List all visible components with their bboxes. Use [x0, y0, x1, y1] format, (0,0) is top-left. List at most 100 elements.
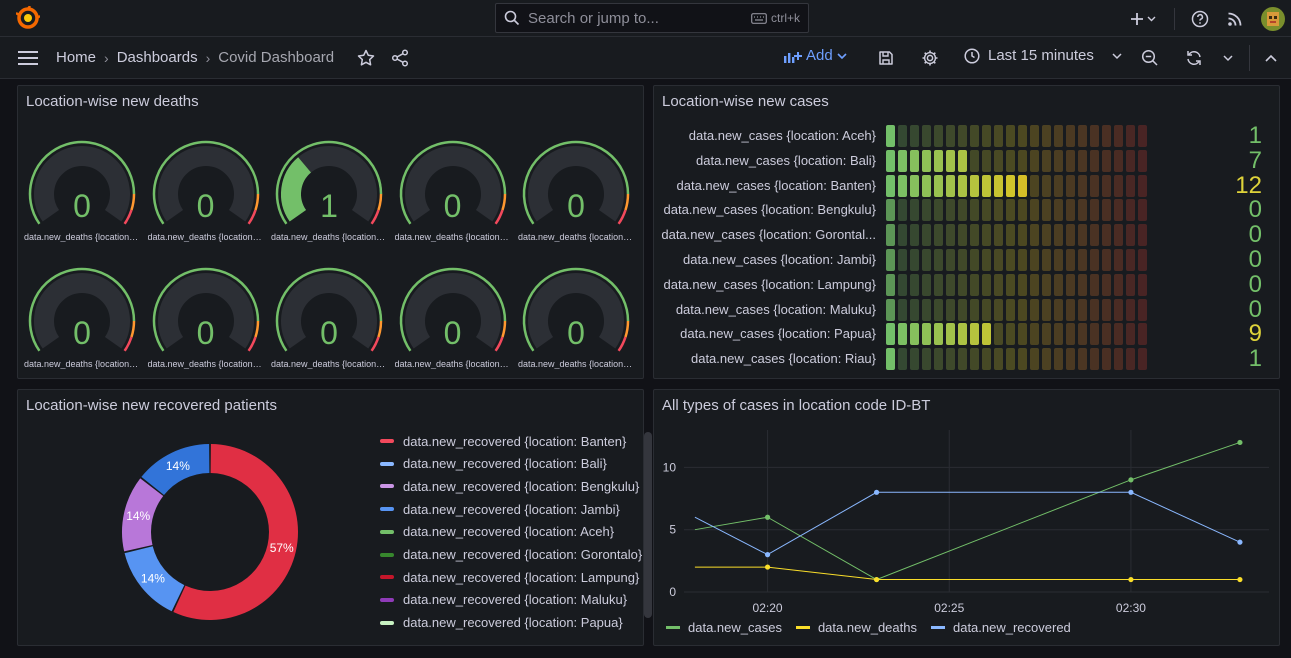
- bar-gauge-value: 0: [1248, 221, 1262, 249]
- panel-new-cases[interactable]: Location-wise new cases data.new_cases {…: [653, 85, 1280, 379]
- bar-gauge-cell: [1138, 174, 1147, 197]
- settings-gear-icon[interactable]: [920, 48, 940, 68]
- legend-item[interactable]: data.new_deaths: [795, 620, 917, 635]
- refresh-icon[interactable]: [1184, 48, 1204, 68]
- bar-gauge-cell: [946, 174, 955, 197]
- zoom-out-icon[interactable]: [1140, 48, 1160, 68]
- bar-gauge-cell: [1006, 249, 1015, 271]
- legend-item[interactable]: data.new_recovered {location: Papua}: [380, 612, 623, 634]
- bar-gauge-label: data.new_cases {location: Riau}: [690, 351, 876, 367]
- data-point[interactable]: [873, 489, 880, 495]
- bar-gauge-cell: [922, 224, 931, 247]
- panel-new-deaths[interactable]: Location-wise new deaths 0 data.new_death…: [17, 85, 644, 379]
- bar-gauge-cell: [1138, 125, 1147, 147]
- data-point[interactable]: [764, 552, 771, 558]
- bar-gauge-cell: [982, 174, 991, 197]
- data-point[interactable]: [1237, 576, 1243, 583]
- bar-gauge-cell: [1054, 149, 1063, 172]
- legend-item[interactable]: data.new_cases: [666, 620, 782, 635]
- plus-icon: [1131, 12, 1156, 25]
- bar-gauge-cell: [1054, 199, 1063, 222]
- menu-toggle-icon[interactable]: [18, 51, 38, 65]
- data-point[interactable]: [1128, 576, 1134, 583]
- profile-button[interactable]: [1255, 6, 1291, 31]
- gauge-value: 0: [567, 315, 585, 351]
- bar-gauge-cell: [910, 174, 919, 197]
- bar-gauge-cell: [1006, 174, 1015, 197]
- collapse-chevron-up-icon[interactable]: [1261, 48, 1281, 68]
- breadcrumb-home[interactable]: Home: [56, 49, 96, 66]
- bar-gauge-cell: [898, 125, 907, 147]
- legend-item[interactable]: data.new_recovered {location: Bali}: [380, 453, 607, 475]
- news-button[interactable]: [1215, 11, 1255, 27]
- breadcrumb: Home › Dashboards › Covid Dashboard: [56, 49, 334, 66]
- panel-timeseries[interactable]: All types of cases in location code ID-B…: [653, 389, 1280, 646]
- series-line[interactable]: [694, 491, 1241, 556]
- bar-gauge-cell: [1066, 273, 1075, 296]
- data-point[interactable]: [764, 514, 771, 520]
- bar-gauge-cell: [910, 273, 919, 296]
- chevron-down-icon: [1112, 52, 1122, 59]
- bar-gauge-cell: [982, 249, 991, 271]
- data-point[interactable]: [873, 576, 880, 583]
- panel-new-recovered[interactable]: Location-wise new recovered patients 57%…: [17, 389, 652, 646]
- bar-gauge-cell: [1126, 249, 1135, 271]
- data-point[interactable]: [764, 564, 771, 570]
- bar-gauge-cell: [970, 323, 979, 346]
- bar-gauge-cell: [1138, 323, 1147, 346]
- legend-item[interactable]: data.new_recovered {location: Aceh}: [380, 521, 614, 543]
- bar-gauge-cell: [1114, 323, 1123, 346]
- bar-gauge-cell: [982, 149, 991, 172]
- bar-gauge-cell: [1066, 323, 1075, 346]
- bar-gauge-cell: [1066, 125, 1075, 147]
- share-icon[interactable]: [390, 48, 410, 68]
- y-tick-label: 5: [669, 523, 676, 537]
- bar-gauge-cell: [958, 273, 967, 296]
- star-icon[interactable]: [356, 48, 376, 68]
- bar-gauge-cell: [1006, 125, 1015, 147]
- add-button[interactable]: Add: [784, 47, 847, 64]
- chevron-down-icon: [837, 52, 847, 59]
- time-range-picker[interactable]: Last 15 minutes: [964, 47, 1122, 64]
- bar-gauge-cell: [898, 199, 907, 222]
- bar-gauge-cell: [1138, 199, 1147, 222]
- clock-icon: [964, 47, 980, 64]
- data-point[interactable]: [1128, 489, 1134, 495]
- bar-gauge-label: data.new_cases {location: Jambi}: [683, 252, 876, 267]
- refresh-interval-chevron-icon[interactable]: [1218, 48, 1238, 68]
- bar-gauge-cell: [886, 224, 895, 247]
- legend-label: data.new_recovered {location: Gorontalo}: [403, 547, 643, 562]
- bar-gauge-cell: [958, 249, 967, 271]
- bar-gauge-cell: [1066, 249, 1075, 271]
- bar-gauge-cell: [1006, 348, 1015, 371]
- legend-item[interactable]: data.new_recovered {location: Lampung}: [380, 566, 639, 588]
- series-line[interactable]: [694, 441, 1241, 581]
- bar-gauge-cell: [1102, 199, 1111, 222]
- legend-item[interactable]: data.new_recovered: [930, 620, 1071, 635]
- data-point[interactable]: [1128, 477, 1134, 483]
- bar-gauge-cell: [898, 174, 907, 197]
- legend-item[interactable]: data.new_recovered {location: Gorontalo}: [380, 544, 642, 566]
- new-menu-button[interactable]: [1124, 12, 1164, 26]
- search-bar[interactable]: Search or jump to... ctrl+k: [495, 3, 809, 33]
- help-button[interactable]: [1185, 10, 1215, 28]
- legend-item[interactable]: data.new_recovered {location: Maluku}: [380, 589, 627, 611]
- legend-item[interactable]: data.new_recovered {location: Bengkulu}: [380, 475, 639, 497]
- data-point[interactable]: [1237, 439, 1243, 446]
- bar-gauge-cell: [1078, 273, 1087, 296]
- save-icon[interactable]: [876, 48, 896, 68]
- gauge-value: 0: [443, 315, 462, 351]
- gauge-item: 0 data.new_deaths {location: ...: [148, 132, 264, 252]
- breadcrumb-dashboards[interactable]: Dashboards: [117, 49, 198, 66]
- bar-gauge-cell: [1090, 348, 1099, 371]
- bar-gauge-cell: [1078, 224, 1087, 247]
- data-point[interactable]: [1237, 539, 1243, 545]
- legend-item[interactable]: data.new_recovered {location: Banten}: [380, 430, 626, 452]
- bar-gauge-cell: [1078, 249, 1087, 271]
- bar-gauge-cell: [1054, 125, 1063, 147]
- legend-item[interactable]: data.new_recovered {location: Jambi}: [380, 498, 620, 520]
- legend-scrollbar[interactable]: [644, 432, 652, 618]
- grafana-logo-icon[interactable]: [16, 6, 40, 30]
- series-line[interactable]: [694, 566, 1240, 581]
- legend-swatch: [380, 484, 394, 489]
